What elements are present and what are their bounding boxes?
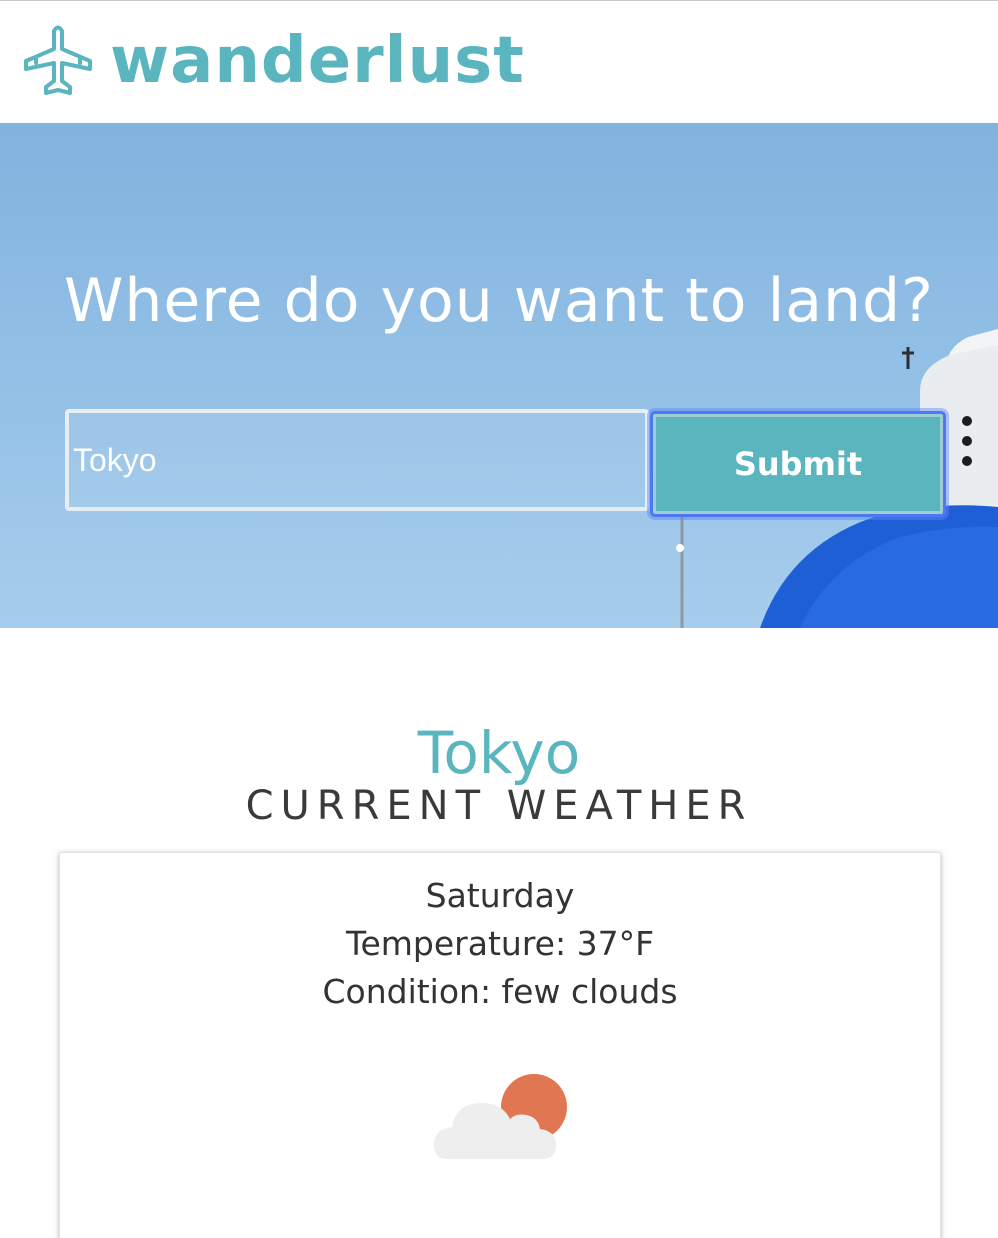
weather-condition: Condition: few clouds (322, 972, 678, 1011)
weather-card: Saturday Temperature: 37°F Condition: fe… (59, 852, 941, 1238)
airplane-icon (24, 25, 92, 95)
santorini-dome-image (676, 329, 998, 628)
hero-banner: Where do you want to land? Submit (0, 123, 998, 628)
brand-name: wanderlust (110, 24, 525, 98)
few-clouds-icon (434, 1074, 567, 1159)
home-logo-link[interactable]: wanderlust (18, 19, 525, 103)
weather-temperature: Temperature: 37°F (345, 924, 655, 963)
hero-headline: Where do you want to land? (64, 266, 934, 336)
current-weather-heading: CURRENT WEATHER (245, 783, 753, 829)
submit-button[interactable]: Submit (650, 411, 946, 517)
site-header: wanderlust (0, 1, 998, 123)
page: wanderlust Where do you want to land? Su… (0, 0, 998, 1238)
weather-city-name: Tokyo (417, 719, 581, 787)
destination-search-input[interactable] (65, 409, 649, 511)
weather-day: Saturday (425, 876, 575, 915)
